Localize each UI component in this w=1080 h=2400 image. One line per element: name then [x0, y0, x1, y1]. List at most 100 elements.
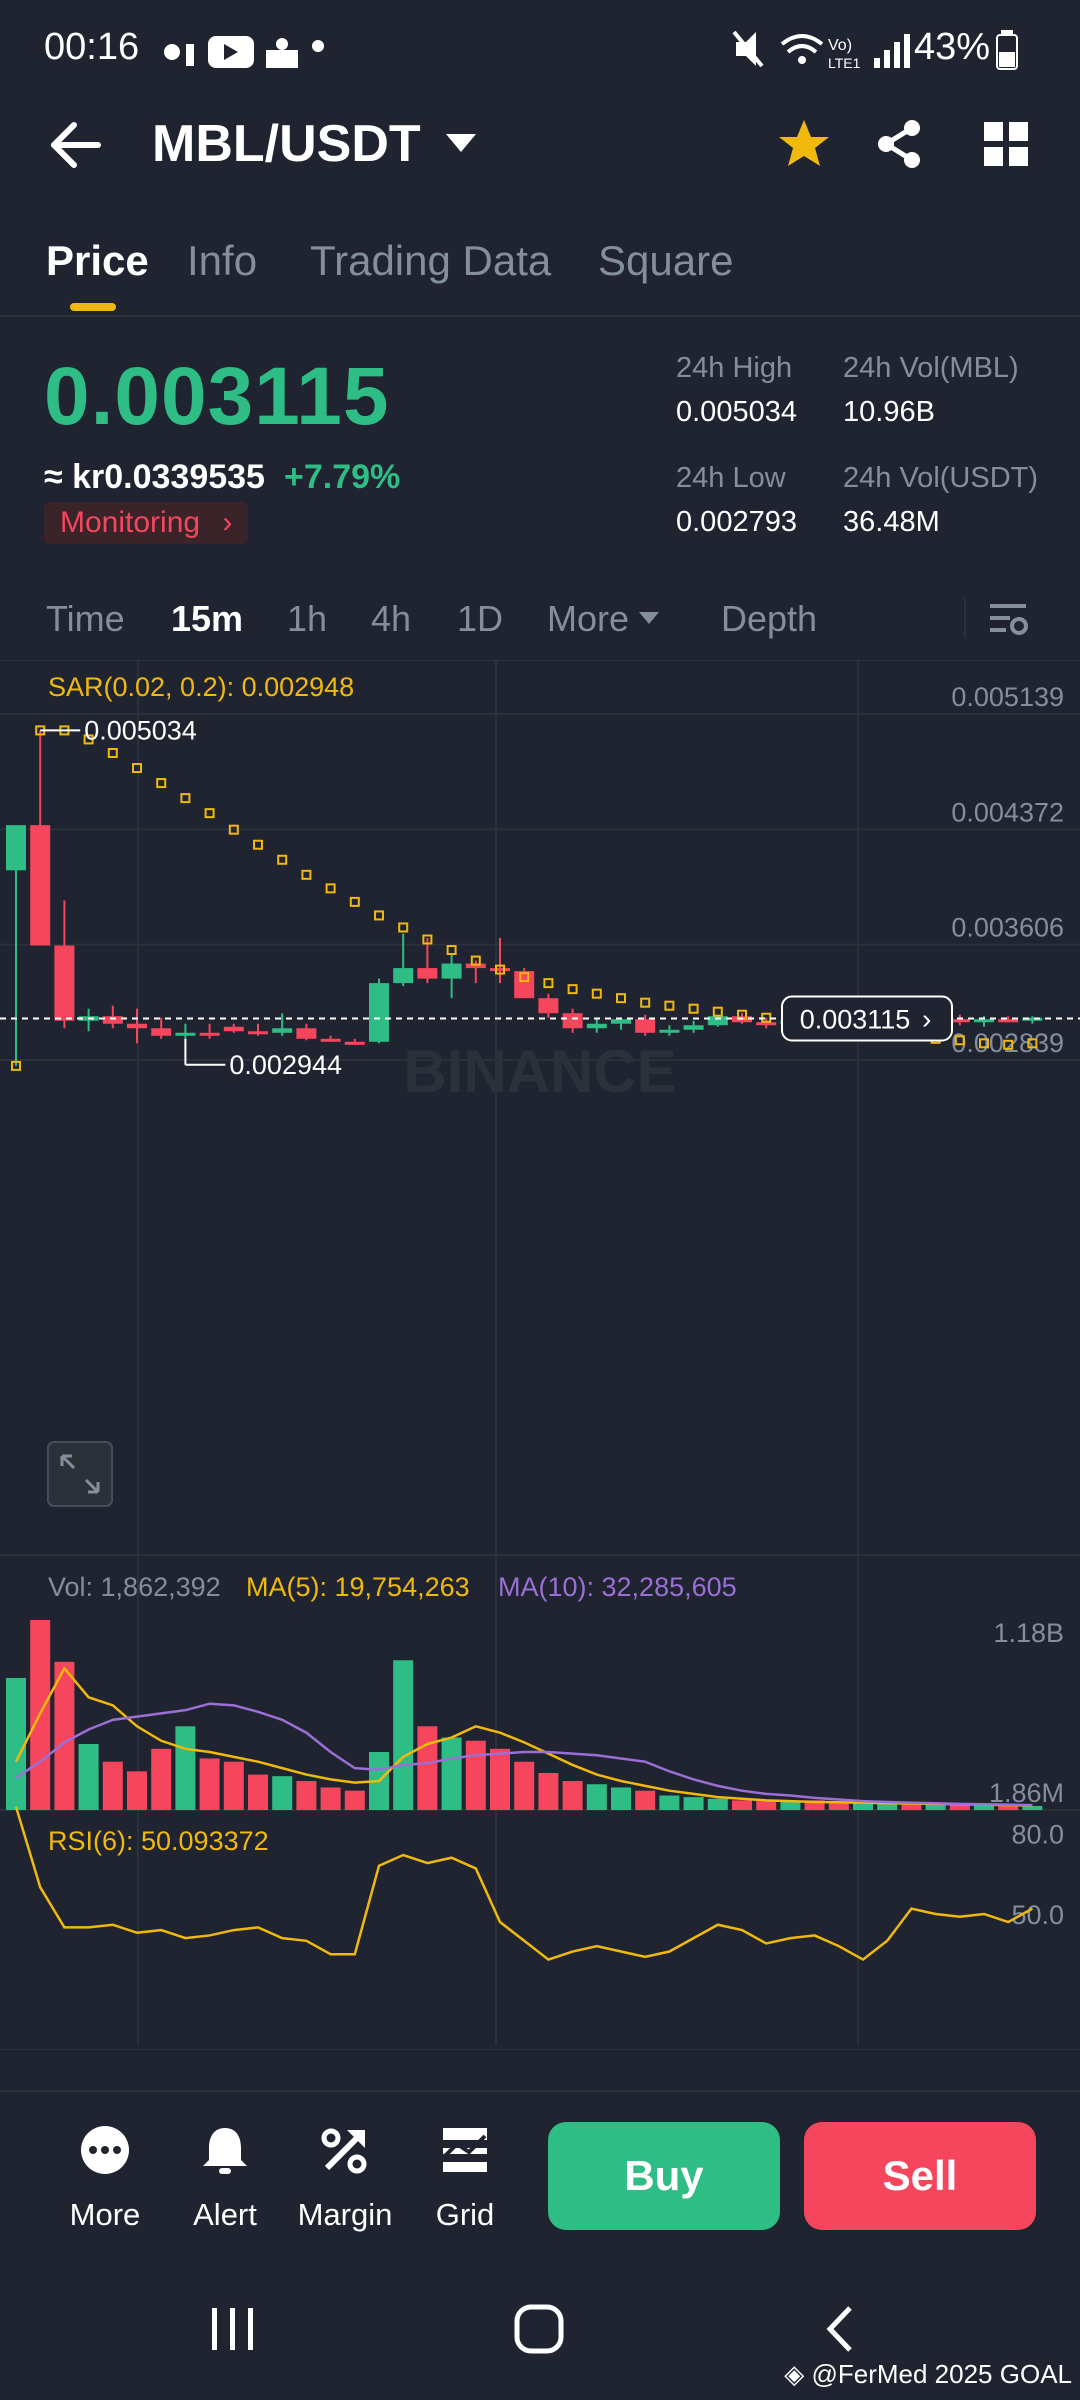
pair-title[interactable]: MBL/USDT — [152, 114, 421, 174]
recent-apps-icon[interactable] — [208, 2304, 258, 2354]
volume-bar — [320, 1787, 341, 1810]
sar-dot — [325, 883, 336, 894]
current-price-tag: 0.003115 — [800, 1004, 911, 1034]
more-button[interactable]: More — [50, 2122, 160, 2233]
interval-15m[interactable]: 15m — [171, 598, 243, 640]
pair-dropdown-icon[interactable] — [446, 134, 476, 152]
volume-bar — [78, 1743, 99, 1810]
candle-body — [611, 1019, 631, 1024]
binance-logo-icon: ◈ — [784, 2359, 805, 2389]
volume-bar — [635, 1790, 656, 1810]
margin-label: Margin — [297, 2197, 393, 2232]
volume-bar — [562, 1781, 583, 1810]
volume-bar — [514, 1761, 535, 1810]
candle-body — [393, 968, 414, 984]
tab-info[interactable]: Info — [187, 237, 257, 285]
ma10-label: MA(10): 32,285,605 — [498, 1572, 737, 1602]
tab-price[interactable]: Price — [46, 237, 149, 285]
divider — [964, 598, 966, 638]
share-icon[interactable] — [872, 116, 928, 172]
sar-dot — [204, 808, 215, 819]
notification-icons — [164, 36, 298, 68]
interval-depth[interactable]: Depth — [721, 598, 817, 640]
back-arrow-icon[interactable] — [44, 110, 114, 180]
volume-bar — [223, 1761, 244, 1810]
volume-bar — [199, 1758, 220, 1810]
interval-time[interactable]: Time — [46, 598, 125, 640]
low-marker: 0.002944 — [229, 1050, 342, 1080]
stat-high-label: 24h High — [676, 352, 793, 384]
volume-bar — [272, 1776, 293, 1810]
candle-body — [272, 1028, 293, 1033]
volume-bar — [296, 1781, 317, 1810]
more-dots-icon — [81, 2126, 129, 2174]
interval-4h[interactable]: 4h — [371, 598, 411, 640]
candle-body — [127, 1023, 147, 1029]
binance-watermark: BINANCE — [403, 1038, 676, 1105]
time-axis-label: 2024-11-12 22:00 — [756, 2048, 959, 2050]
chevron-right-icon: › — [222, 506, 233, 539]
volume-bar — [659, 1795, 680, 1810]
price-chart[interactable]: BINANCE 0.005139 0.004372 0.003606 0.002839 S… — [0, 660, 1080, 2050]
buy-button[interactable]: Buy — [548, 2122, 780, 2230]
stat-low-value: 0.002793 — [676, 506, 797, 538]
volume-bar — [586, 1784, 607, 1810]
candle-body — [683, 1025, 704, 1030]
candle-body — [151, 1028, 172, 1036]
svg-text:Vo): Vo) — [828, 37, 852, 54]
stat-vol-quote-label: 24h Vol(USDT) — [843, 462, 1039, 494]
candle-body — [659, 1029, 680, 1033]
price-axis-label: 0.002839 — [951, 1028, 1064, 1058]
ma5-label: MA(5): 19,754,263 — [246, 1572, 470, 1602]
home-icon[interactable] — [512, 2302, 566, 2356]
monitoring-badge[interactable]: Monitoring › — [44, 502, 249, 544]
interval-1h[interactable]: 1h — [287, 598, 327, 640]
volume-bar — [732, 1800, 752, 1810]
sar-dot — [446, 945, 457, 956]
rsi-axis-label: 80.0 — [1011, 1820, 1064, 1850]
status-time: 00:16 — [44, 26, 140, 68]
sar-dot — [374, 910, 384, 921]
candle-body — [54, 945, 75, 1021]
more-caret-icon — [639, 612, 659, 624]
sar-dot — [688, 1003, 699, 1014]
volume-bar — [248, 1774, 268, 1810]
favorite-star-icon[interactable] — [776, 116, 832, 172]
candle-body — [175, 1032, 196, 1036]
candle-body — [998, 1019, 1019, 1023]
grid-chart-icon — [443, 2128, 487, 2172]
chart-settings-icon[interactable] — [986, 598, 1030, 638]
fullscreen-icon — [47, 1441, 113, 1507]
price-change: +7.79% — [284, 458, 401, 496]
tab-square[interactable]: Square — [598, 237, 733, 285]
candle-body — [320, 1038, 341, 1042]
sar-dot — [301, 869, 312, 880]
sar-dot — [398, 922, 409, 933]
volume-bar — [175, 1726, 196, 1810]
layout-grid-icon[interactable] — [978, 116, 1034, 172]
volume-bar — [490, 1748, 510, 1810]
margin-button[interactable]: Margin — [290, 2122, 400, 2233]
sar-dot — [107, 747, 118, 758]
main-tabs: Price Info Trading Data Square — [0, 225, 1080, 317]
interval-more[interactable]: More — [547, 598, 629, 640]
percent-icon — [321, 2128, 367, 2174]
high-marker: 0.005034 — [84, 715, 197, 745]
rsi-label: RSI(6): 50.093372 — [48, 1826, 269, 1856]
time-axis-label: 2024-11-12 14:30 — [36, 2048, 239, 2050]
volume-bar — [441, 1737, 462, 1810]
grid-label: Grid — [435, 2197, 495, 2232]
candle-body — [369, 983, 389, 1042]
svg-text:LTE1: LTE1 — [828, 55, 861, 71]
interval-1d[interactable]: 1D — [457, 598, 503, 640]
time-axis-label: 2024-11-12 18:15 — [394, 2048, 597, 2050]
grid-button[interactable]: Grid — [410, 2122, 520, 2233]
candle-body — [199, 1032, 220, 1036]
tab-trading-data[interactable]: Trading Data — [310, 237, 551, 285]
sar-dot — [712, 1006, 723, 1017]
back-nav-icon[interactable] — [820, 2304, 860, 2354]
alert-button[interactable]: Alert — [170, 2122, 280, 2233]
sell-button[interactable]: Sell — [804, 2122, 1036, 2230]
system-nav-bar: ◈ @FerMed 2025 GOAL — [0, 2270, 1080, 2400]
sar-dot — [349, 896, 360, 907]
